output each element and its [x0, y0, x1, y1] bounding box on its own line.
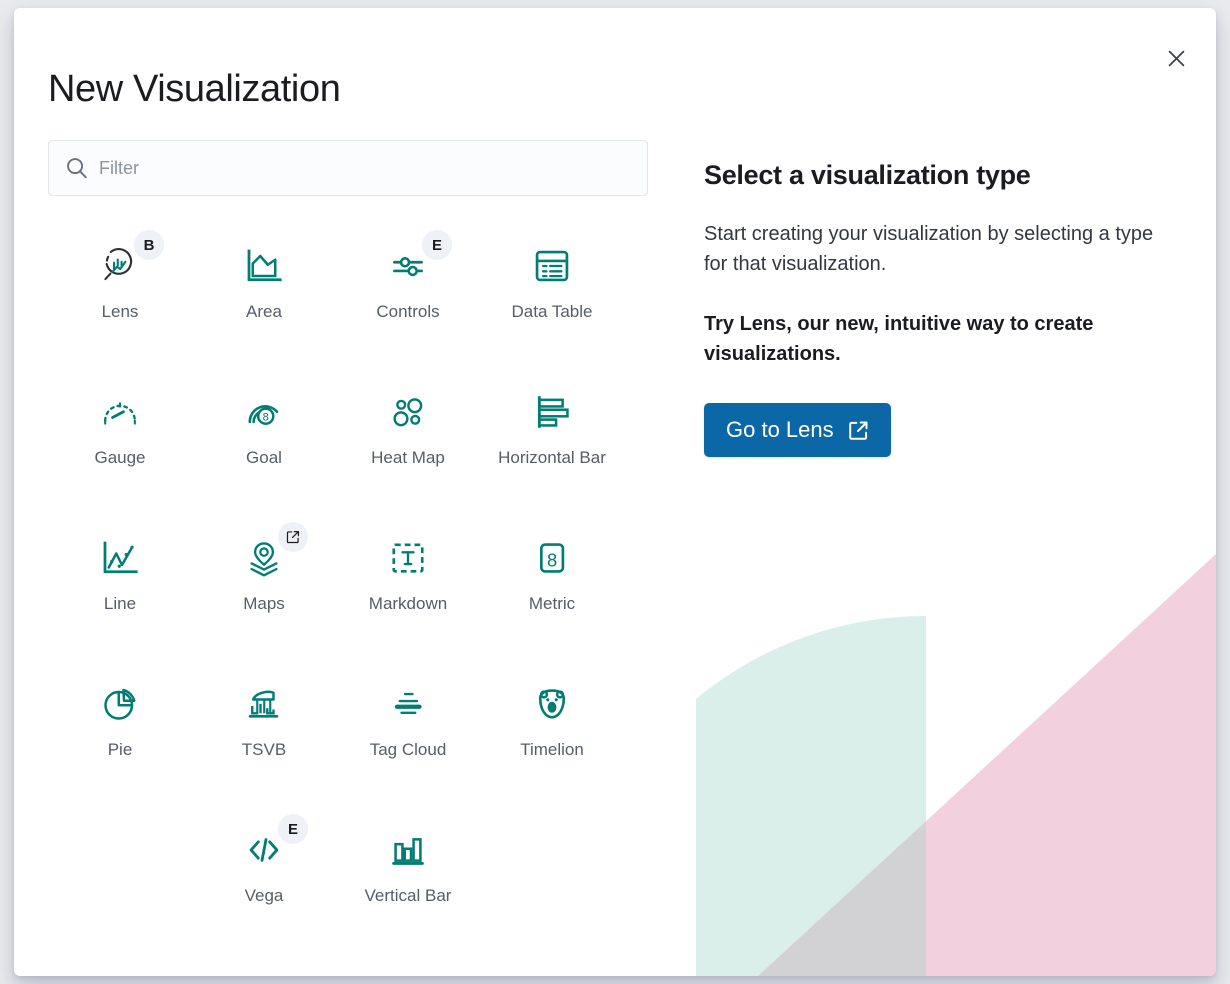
- viz-type-label: Data Table: [512, 302, 593, 322]
- viz-badge-beta: B: [134, 230, 164, 260]
- viz-type-label: Lens: [102, 302, 139, 322]
- goal-icon: 8: [240, 388, 288, 436]
- pie-chart-icon: [96, 680, 144, 728]
- viz-type-area[interactable]: Area: [192, 230, 336, 340]
- grid-spacer: [48, 814, 192, 924]
- viz-badge-external-link: [278, 522, 308, 552]
- area-chart-icon: [240, 242, 288, 290]
- viz-type-vega[interactable]: E Vega: [192, 814, 336, 924]
- external-link-icon: [286, 530, 300, 544]
- viz-type-label: Vega: [245, 886, 284, 906]
- go-to-lens-button[interactable]: Go to Lens: [704, 403, 891, 457]
- viz-type-label: Gauge: [94, 448, 145, 468]
- viz-type-label: Maps: [243, 594, 285, 614]
- viz-type-timelion[interactable]: Timelion: [480, 668, 624, 778]
- viz-type-maps[interactable]: Maps: [192, 522, 336, 632]
- svg-text:8: 8: [263, 412, 269, 424]
- viz-type-label: Timelion: [520, 740, 584, 760]
- viz-type-label: Area: [246, 302, 282, 322]
- metric-icon: 8: [528, 534, 576, 582]
- viz-type-tag-cloud[interactable]: Tag Cloud: [336, 668, 480, 778]
- data-table-icon: [528, 242, 576, 290]
- viz-type-data-table[interactable]: Data Table: [480, 230, 624, 340]
- panel-promo-text: Try Lens, our new, intuitive way to crea…: [704, 309, 1176, 369]
- viz-type-line[interactable]: Line: [48, 522, 192, 632]
- external-link-icon: [848, 420, 869, 441]
- viz-type-label: Vertical Bar: [365, 886, 452, 906]
- viz-type-goal[interactable]: 8 Goal: [192, 376, 336, 486]
- panel-heading: Select a visualization type: [704, 160, 1176, 191]
- viz-type-markdown[interactable]: Markdown: [336, 522, 480, 632]
- viz-type-gauge[interactable]: Gauge: [48, 376, 192, 486]
- go-to-lens-label: Go to Lens: [726, 417, 834, 443]
- viz-type-label: Horizontal Bar: [498, 448, 606, 468]
- viz-type-pie[interactable]: Pie: [48, 668, 192, 778]
- markdown-icon: [384, 534, 432, 582]
- close-icon: [1168, 50, 1185, 67]
- timelion-bear-icon: [528, 680, 576, 728]
- viz-type-heat-map[interactable]: Heat Map: [336, 376, 480, 486]
- page-title: New Visualization: [48, 67, 340, 113]
- viz-type-label: Line: [104, 594, 136, 614]
- new-visualization-modal: New Visualization: [14, 8, 1216, 976]
- visualization-type-picker: B Lens Area: [14, 140, 662, 976]
- viz-type-label: Markdown: [369, 594, 447, 614]
- viz-type-vertical-bar[interactable]: Vertical Bar: [336, 814, 480, 924]
- visualization-info-panel: Select a visualization type Start creati…: [662, 140, 1216, 976]
- tsvb-icon: [240, 680, 288, 728]
- search-input[interactable]: [48, 140, 648, 196]
- viz-type-label: Metric: [529, 594, 575, 614]
- line-chart-icon: [96, 534, 144, 582]
- viz-type-lens[interactable]: B Lens: [48, 230, 192, 340]
- viz-type-label: Pie: [108, 740, 133, 760]
- viz-badge-experimental: E: [278, 814, 308, 844]
- gauge-icon: [96, 388, 144, 436]
- filter-field: [48, 140, 648, 196]
- heat-map-icon: [384, 388, 432, 436]
- close-button[interactable]: [1158, 40, 1194, 76]
- visualization-type-grid: B Lens Area: [48, 230, 648, 924]
- viz-type-tsvb[interactable]: TSVB: [192, 668, 336, 778]
- panel-description: Start creating your visualization by sel…: [704, 219, 1176, 279]
- viz-type-metric[interactable]: 8 Metric: [480, 522, 624, 632]
- viz-type-label: Tag Cloud: [370, 740, 447, 760]
- viz-type-label: Controls: [376, 302, 439, 322]
- vertical-bar-icon: [384, 826, 432, 874]
- viz-type-label: TSVB: [242, 740, 286, 760]
- viz-type-controls[interactable]: E Controls: [336, 230, 480, 340]
- viz-type-label: Goal: [246, 448, 282, 468]
- viz-type-horizontal-bar[interactable]: Horizontal Bar: [480, 376, 624, 486]
- modal-body: B Lens Area: [14, 140, 1216, 976]
- viz-badge-experimental: E: [422, 230, 452, 260]
- tag-cloud-icon: [384, 680, 432, 728]
- viz-type-label: Heat Map: [371, 448, 445, 468]
- svg-text:8: 8: [547, 549, 557, 570]
- horizontal-bar-icon: [528, 388, 576, 436]
